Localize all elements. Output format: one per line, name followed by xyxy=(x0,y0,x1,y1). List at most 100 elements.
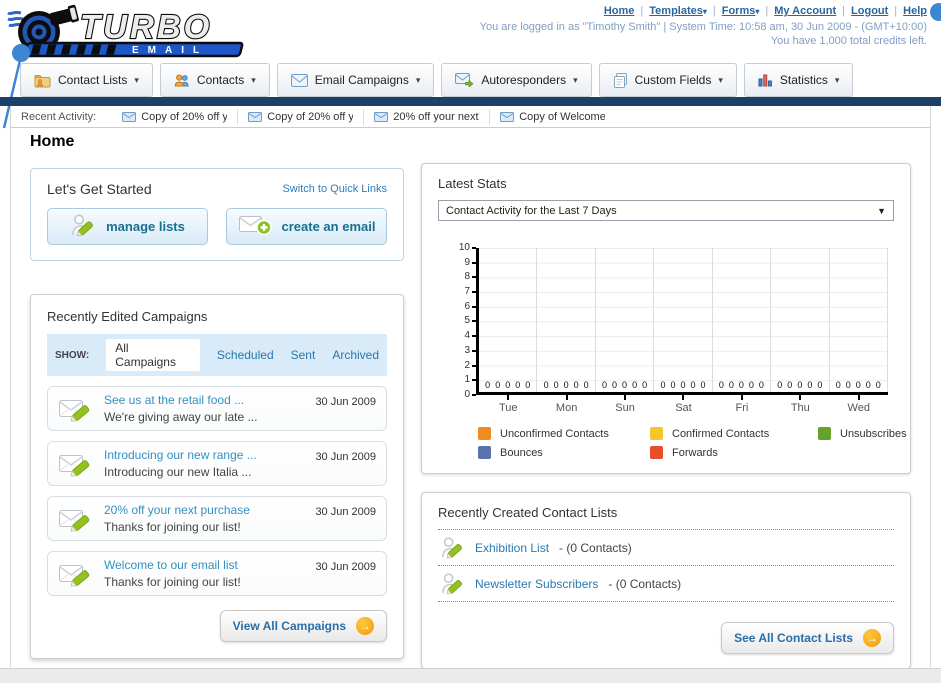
header-link-home[interactable]: Home xyxy=(604,5,635,17)
recent-activity-label: Recent Activity: xyxy=(21,110,97,123)
manage-lists-button[interactable]: manage lists xyxy=(47,208,208,245)
latest-stats-panel: Latest Stats Contact Activity for the La… xyxy=(421,163,911,474)
campaign-title-link[interactable]: Introducing our new range ... xyxy=(104,448,305,462)
bar-value-labels: 00000 xyxy=(479,380,536,390)
bar-value: 0 xyxy=(817,380,823,390)
recent-activity-item[interactable]: Copy of Welcome to xyxy=(490,109,615,125)
legend-swatch xyxy=(650,427,663,440)
see-all-contact-lists-button[interactable]: See All Contact Lists → xyxy=(721,622,894,654)
statistics-bars-icon xyxy=(758,73,773,87)
envelope-small-icon xyxy=(500,111,515,122)
bar-value: 0 xyxy=(680,380,686,390)
contacts-people-icon xyxy=(174,73,190,88)
bar-value: 0 xyxy=(748,380,754,390)
chevron-down-icon: ▾ xyxy=(415,74,421,85)
x-axis-label-sat: Sat xyxy=(654,395,712,414)
bar-value-labels: 00000 xyxy=(596,380,653,390)
x-tick-mark xyxy=(565,395,568,400)
tab-custom-fields[interactable]: Custom Fields ▾ xyxy=(598,63,737,97)
bar-value: 0 xyxy=(505,380,511,390)
legend-label: Unsubscribes xyxy=(840,427,907,440)
chart-day-column-tue: 00000 xyxy=(479,248,538,392)
navy-divider-bar xyxy=(0,97,941,106)
campaign-list: See us at the retail food ... We're givin… xyxy=(47,386,387,596)
campaign-subtitle: Thanks for joining our list! xyxy=(104,575,241,589)
chevron-down-icon: ▼ xyxy=(877,205,886,216)
header-link-templates[interactable]: Templates ▾ xyxy=(649,5,707,17)
contact-list-item[interactable]: Exhibition List - (0 Contacts) xyxy=(438,530,894,566)
stats-period-dropdown[interactable]: Contact Activity for the Last 7 Days ▼ xyxy=(438,200,894,221)
tab-email-campaigns[interactable]: Email Campaigns ▾ xyxy=(276,63,435,97)
campaign-title-link[interactable]: Welcome to our email list xyxy=(104,558,305,572)
contact-list-count: - (0 Contacts) xyxy=(559,540,632,555)
recent-activity-item[interactable]: Copy of 20% off yo xyxy=(238,108,365,125)
bar-value: 0 xyxy=(855,380,861,390)
campaign-subtitle: Thanks for joining our list! xyxy=(104,520,241,534)
turbo-engine-icon: TURBO EMAIL xyxy=(7,4,244,58)
campaigns-title: Recently Edited Campaigns xyxy=(47,309,208,324)
filter-scheduled[interactable]: Scheduled xyxy=(217,348,274,362)
tab-contact-lists[interactable]: Contact Lists ▾ xyxy=(20,63,153,97)
tab-contacts[interactable]: Contacts ▾ xyxy=(159,63,270,97)
email-envelope-icon xyxy=(290,73,308,87)
recent-activity-item[interactable]: Copy of 20% off yo xyxy=(112,108,239,125)
campaign-date: 30 Jun 2009 xyxy=(315,396,376,408)
logo-text-top: TURBO xyxy=(80,8,212,45)
header-link-help[interactable]: Help xyxy=(903,5,927,17)
header-link-forms[interactable]: Forms ▾ xyxy=(722,5,760,17)
chart-x-axis: Tue Mon Sun Sat Fri Thu Wed xyxy=(479,395,888,414)
filter-archived[interactable]: Archived xyxy=(332,348,379,362)
header-link-logout[interactable]: Logout xyxy=(851,5,888,17)
bar-value: 0 xyxy=(553,380,559,390)
get-started-title: Let's Get Started xyxy=(47,181,152,197)
x-tick-mark xyxy=(799,395,802,400)
contact-lists-folder-icon xyxy=(34,73,51,88)
campaign-item[interactable]: 20% off your next purchase Thanks for joi… xyxy=(47,496,387,541)
show-label: SHOW: xyxy=(55,349,90,361)
bar-value: 0 xyxy=(738,380,744,390)
envelope-pencil-icon xyxy=(58,505,94,533)
campaign-item[interactable]: See us at the retail food ... We're givin… xyxy=(47,386,387,431)
legend-item-bounces: Bounces xyxy=(478,446,650,459)
view-all-campaigns-button[interactable]: View All Campaigns → xyxy=(219,610,387,642)
bar-value-labels: 00000 xyxy=(537,380,594,390)
recent-activity-text: Copy of 20% off yo xyxy=(141,110,228,123)
autoresponder-envelope-icon xyxy=(455,73,474,87)
contact-list-link[interactable]: Exhibition List xyxy=(475,541,549,555)
filter-all-campaigns[interactable]: All Campaigns xyxy=(106,339,200,371)
campaign-text: Welcome to our email list Thanks for join… xyxy=(104,558,305,589)
stats-dropdown-value: Contact Activity for the Last 7 Days xyxy=(446,204,617,217)
bar-value: 0 xyxy=(875,380,881,390)
chart-day-column-sun: 00000 xyxy=(596,248,655,392)
campaign-subtitle: Introducing our new Italia ... xyxy=(104,465,252,479)
envelope-pencil-icon xyxy=(58,560,94,588)
legend-label: Forwards xyxy=(672,446,718,459)
campaign-date: 30 Jun 2009 xyxy=(315,506,376,518)
contact-list-item[interactable]: Newsletter Subscribers - (0 Contacts) xyxy=(438,566,894,602)
arrow-right-icon: → xyxy=(356,617,374,635)
bar-value: 0 xyxy=(787,380,793,390)
tab-label: Contact Lists xyxy=(58,73,128,87)
turbo-email-logo[interactable]: TURBO EMAIL xyxy=(6,2,268,65)
person-pencil-icon xyxy=(440,571,465,596)
header-link-my-account[interactable]: My Account xyxy=(774,5,836,17)
tab-statistics[interactable]: Statistics ▾ xyxy=(743,63,854,97)
campaign-title-link[interactable]: 20% off your next purchase xyxy=(104,503,305,517)
contact-list-link[interactable]: Newsletter Subscribers xyxy=(475,577,598,591)
recent-activity-text: 20% off your next p xyxy=(393,110,480,123)
filter-sent[interactable]: Sent xyxy=(291,348,316,362)
campaign-item[interactable]: Welcome to our email list Thanks for join… xyxy=(47,551,387,596)
recent-activity-bar: Recent Activity: Copy of 20% off yo Copy … xyxy=(11,106,930,128)
contact-list-count: - (0 Contacts) xyxy=(608,576,682,591)
tab-autoresponders[interactable]: Autoresponders ▾ xyxy=(441,63,592,97)
help-dot-decoration xyxy=(930,3,941,21)
create-email-button[interactable]: create an email xyxy=(226,208,387,245)
x-axis-label-sun: Sun xyxy=(596,395,654,414)
switch-quick-links[interactable]: Switch to Quick Links xyxy=(282,183,387,195)
x-axis-label-fri: Fri xyxy=(713,395,771,414)
bar-value-labels: 00000 xyxy=(654,380,711,390)
campaign-item[interactable]: Introducing our new range ... Introducing… xyxy=(47,441,387,486)
envelope-pencil-icon xyxy=(58,450,94,478)
campaign-title-link[interactable]: See us at the retail food ... xyxy=(104,393,305,407)
recent-activity-item[interactable]: 20% off your next p xyxy=(364,108,491,125)
